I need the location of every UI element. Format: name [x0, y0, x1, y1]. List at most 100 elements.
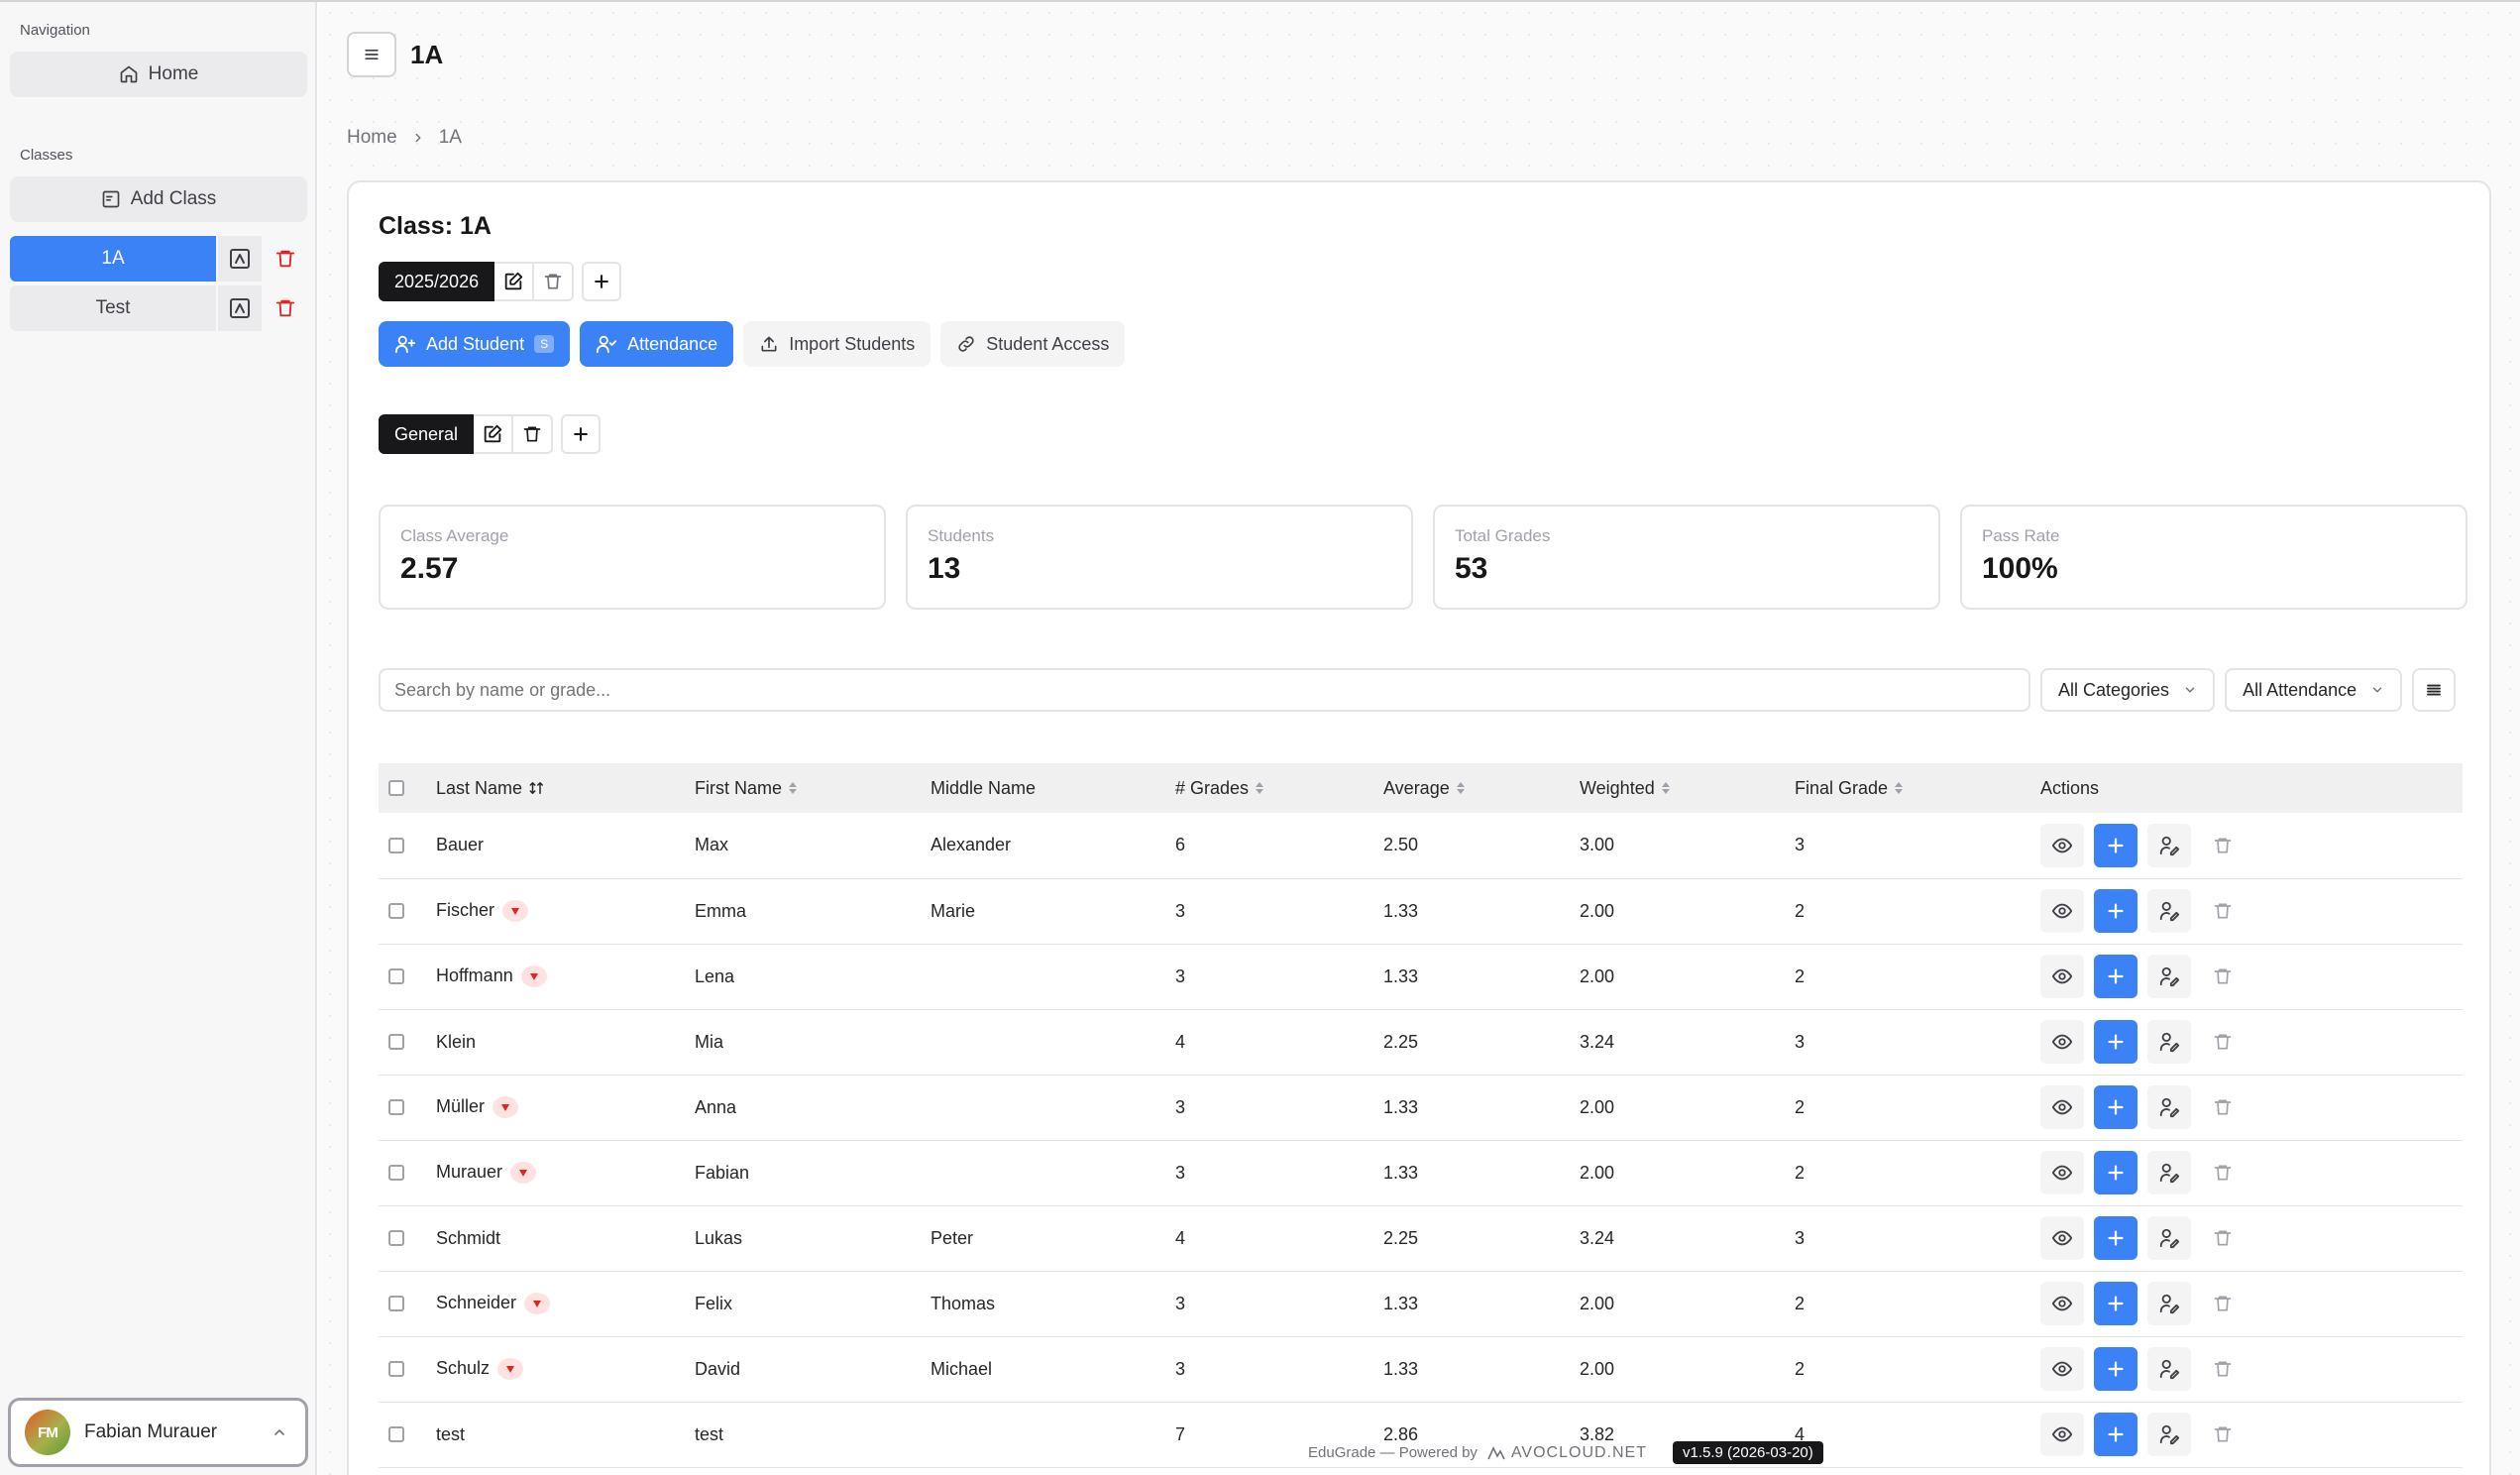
- average-cell: 1.33: [1383, 1293, 1419, 1313]
- edit-student-button[interactable]: [2147, 1151, 2191, 1194]
- delete-student-button[interactable]: [2201, 1347, 2245, 1391]
- edit-student-button[interactable]: [2147, 1282, 2191, 1325]
- edit-class-icon[interactable]: [218, 285, 262, 331]
- school-year-tab[interactable]: 2025/2026: [379, 262, 495, 301]
- sort-weighted-header[interactable]: Weighted: [1580, 763, 1795, 813]
- brand-logo[interactable]: AVOCLOUD.NET: [1487, 1444, 1647, 1462]
- add-grade-button[interactable]: [2094, 889, 2137, 933]
- class-item-test[interactable]: Test: [10, 285, 216, 331]
- add-class-button[interactable]: Add Class: [10, 176, 307, 222]
- add-school-year-icon[interactable]: [582, 262, 622, 301]
- delete-student-button[interactable]: [2201, 1085, 2245, 1129]
- trash-icon: [2213, 1359, 2233, 1379]
- import-students-button[interactable]: Import Students: [743, 321, 931, 367]
- delete-category-icon[interactable]: [513, 414, 554, 454]
- last-name: Fischer: [436, 899, 495, 920]
- add-user-icon: [394, 333, 416, 355]
- category-filter-select[interactable]: All Categories: [2040, 668, 2216, 712]
- sort-final-grade-header[interactable]: Final Grade: [1795, 763, 2040, 813]
- final-grade-cell: 2: [1795, 1293, 1806, 1313]
- last-name: test: [436, 1423, 466, 1444]
- delete-student-button[interactable]: [2201, 1020, 2245, 1064]
- view-student-button[interactable]: [2040, 1347, 2084, 1391]
- edit-category-icon[interactable]: [474, 414, 514, 454]
- attendance-button[interactable]: Attendance: [580, 321, 734, 367]
- delete-student-button[interactable]: [2201, 889, 2245, 933]
- add-grade-button[interactable]: [2094, 1151, 2137, 1194]
- stat-value: 13: [928, 552, 961, 585]
- add-grade-button[interactable]: [2094, 1413, 2137, 1456]
- delete-student-button[interactable]: [2201, 1413, 2245, 1456]
- edit-class-icon[interactable]: [218, 236, 262, 282]
- sidebar-toggle-button[interactable]: [347, 32, 396, 77]
- student-access-button[interactable]: Student Access: [940, 321, 1126, 367]
- row-checkbox[interactable]: [388, 968, 404, 984]
- edit-student-button[interactable]: [2147, 1347, 2191, 1391]
- row-checkbox[interactable]: [388, 1165, 404, 1181]
- delete-student-button[interactable]: [2201, 1282, 2245, 1325]
- add-grade-button[interactable]: [2094, 1282, 2137, 1325]
- eye-icon: [2051, 1031, 2073, 1053]
- sort-first-name-header[interactable]: First Name: [695, 763, 931, 813]
- user-menu-button[interactable]: FM Fabian Murauer: [8, 1398, 308, 1467]
- weighted-header-label: Weighted: [1580, 777, 1655, 798]
- search-input[interactable]: [379, 668, 2030, 712]
- edit-student-button[interactable]: [2147, 889, 2191, 933]
- edit-student-button[interactable]: [2147, 823, 2191, 867]
- select-all-checkbox[interactable]: [388, 780, 404, 796]
- row-checkbox[interactable]: [388, 1230, 404, 1246]
- add-grade-button[interactable]: [2094, 955, 2137, 998]
- add-category-icon[interactable]: [561, 414, 602, 454]
- sort-average-header[interactable]: Average: [1383, 763, 1580, 813]
- sort-grades-header[interactable]: # Grades: [1175, 763, 1383, 813]
- main-content: 1A Home 1A Class: 1A 2025/2026 Add Stude…: [319, 2, 2520, 1475]
- sort-last-name-header[interactable]: Last Name: [436, 763, 695, 813]
- stat-card-total-grades: Total Grades 53: [1433, 505, 1940, 610]
- view-student-button[interactable]: [2040, 1216, 2084, 1260]
- delete-student-button[interactable]: [2201, 1151, 2245, 1194]
- view-student-button[interactable]: [2040, 1413, 2084, 1456]
- home-nav-button[interactable]: Home: [10, 52, 307, 97]
- row-checkbox[interactable]: [388, 903, 404, 919]
- view-student-button[interactable]: [2040, 955, 2084, 998]
- add-grade-button[interactable]: [2094, 1020, 2137, 1064]
- view-student-button[interactable]: [2040, 889, 2084, 933]
- student-access-label: Student Access: [986, 333, 1110, 354]
- delete-student-button[interactable]: [2201, 1216, 2245, 1260]
- row-checkbox[interactable]: [388, 1296, 404, 1311]
- row-checkbox[interactable]: [388, 1426, 404, 1442]
- view-student-button[interactable]: [2040, 1151, 2084, 1194]
- row-checkbox[interactable]: [388, 1099, 404, 1115]
- add-student-button[interactable]: Add Student S: [379, 321, 571, 367]
- view-student-button[interactable]: [2040, 1020, 2084, 1064]
- delete-student-button[interactable]: [2201, 824, 2245, 867]
- user-edit-icon: [2158, 1031, 2180, 1053]
- row-checkbox[interactable]: [388, 1361, 404, 1377]
- row-checkbox[interactable]: [388, 837, 404, 853]
- row-checkbox[interactable]: [388, 1034, 404, 1050]
- add-grade-button[interactable]: [2094, 1347, 2137, 1391]
- view-student-button[interactable]: [2040, 1282, 2084, 1325]
- breadcrumb-home[interactable]: Home: [347, 127, 397, 149]
- edit-school-year-icon[interactable]: [494, 262, 535, 301]
- last-name: Klein: [436, 1031, 477, 1052]
- add-grade-button[interactable]: [2094, 823, 2137, 867]
- attendance-filter-select[interactable]: All Attendance: [2225, 668, 2403, 712]
- edit-student-button[interactable]: [2147, 1413, 2191, 1456]
- edit-student-button[interactable]: [2147, 1020, 2191, 1064]
- edit-student-button[interactable]: [2147, 955, 2191, 998]
- category-tab[interactable]: General: [379, 414, 475, 454]
- view-toggle-button[interactable]: [2412, 668, 2457, 712]
- class-item-1a[interactable]: 1A: [10, 236, 216, 282]
- add-grade-button[interactable]: [2094, 1216, 2137, 1260]
- view-student-button[interactable]: [2040, 823, 2084, 867]
- delete-class-icon[interactable]: [264, 236, 307, 282]
- add-grade-button[interactable]: [2094, 1085, 2137, 1129]
- delete-class-icon[interactable]: [264, 285, 307, 331]
- view-student-button[interactable]: [2040, 1085, 2084, 1129]
- delete-student-button[interactable]: [2201, 955, 2245, 998]
- edit-student-button[interactable]: [2147, 1216, 2191, 1260]
- edit-student-button[interactable]: [2147, 1085, 2191, 1129]
- delete-school-year-icon[interactable]: [534, 262, 575, 301]
- trash-icon: [2213, 1163, 2233, 1183]
